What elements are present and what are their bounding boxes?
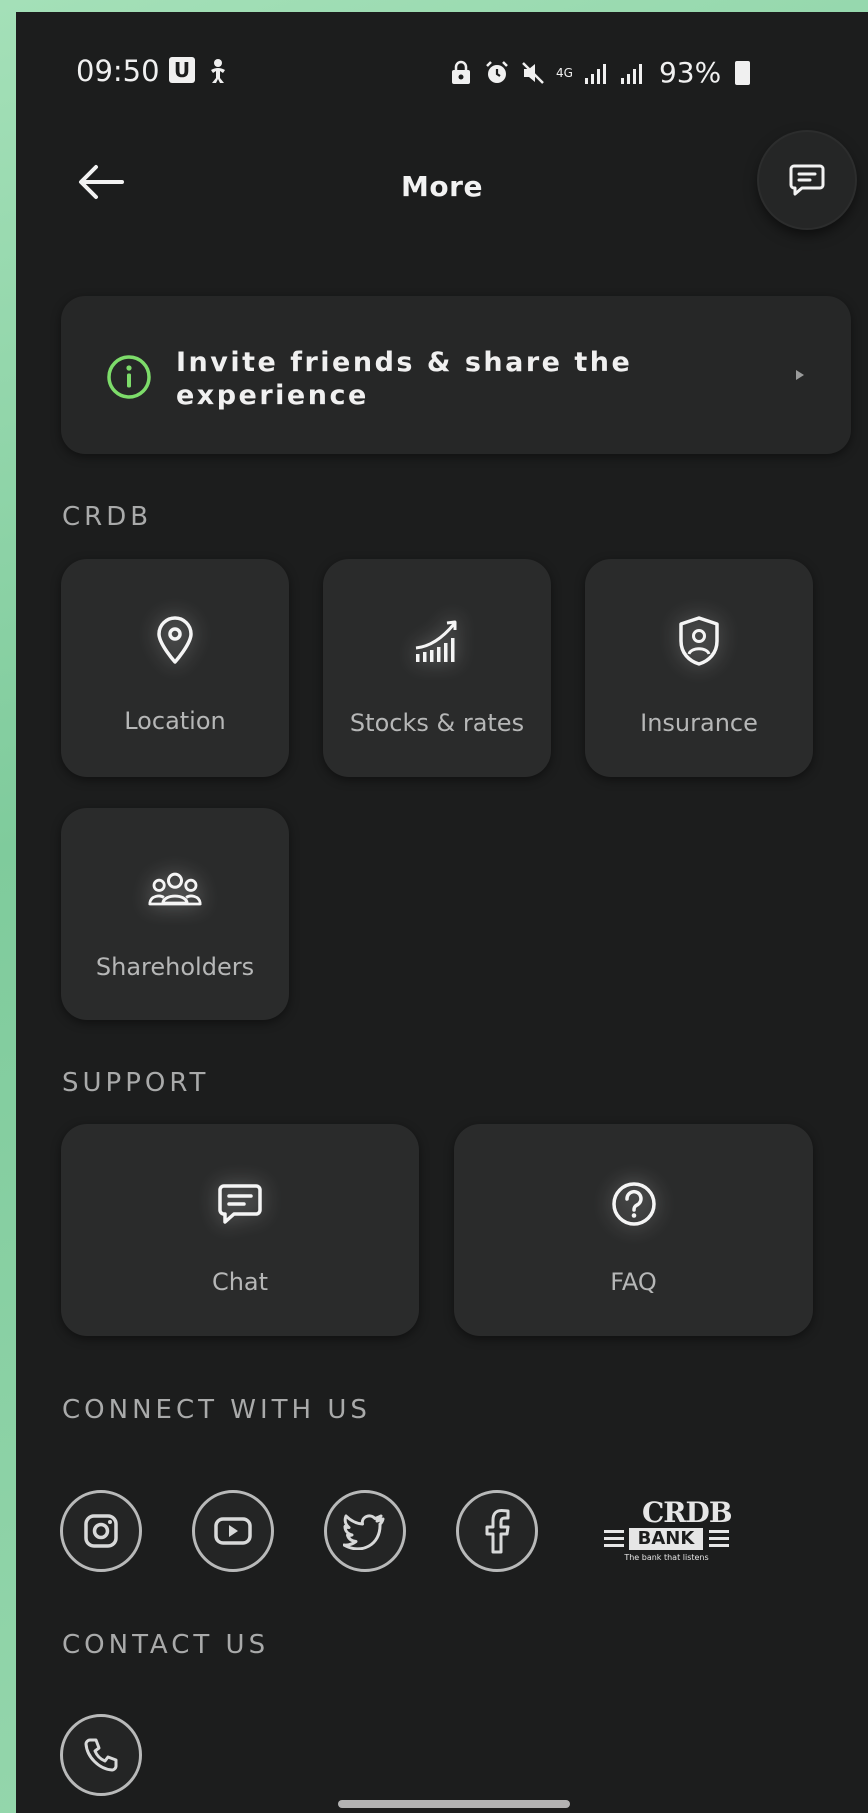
tile-label-stocks-rates: Stocks & rates <box>349 709 525 737</box>
chevron-right-icon <box>796 370 804 380</box>
section-title-connect: CONNECT WITH US <box>62 1395 371 1425</box>
battery-icon <box>735 60 751 85</box>
tile-label-chat: Chat <box>211 1268 269 1296</box>
section-title-contact: CONTACT US <box>62 1630 270 1660</box>
youtube-icon <box>214 1517 252 1545</box>
logo-tagline: The bank that listens <box>624 1553 709 1562</box>
tile-label-faq: FAQ <box>610 1268 657 1296</box>
status-right-group: 4G 93% <box>448 56 751 89</box>
tile-label-shareholders: Shareholders <box>95 953 255 981</box>
logo-bank-text: BANK <box>629 1528 703 1550</box>
network-type-label: 4G <box>556 65 573 80</box>
instagram-button[interactable] <box>60 1490 142 1572</box>
info-icon <box>107 355 151 399</box>
phone-screen: 09:50 U 4G 93% More Invite friends & sha… <box>16 12 868 1813</box>
lock-status-icon <box>452 60 470 84</box>
tile-stocks-rates[interactable]: Stocks & rates <box>323 559 551 777</box>
twitter-button[interactable] <box>324 1490 406 1572</box>
mute-icon <box>522 61 544 84</box>
alarm-icon <box>486 60 508 83</box>
tile-shareholders[interactable]: Shareholders <box>61 808 289 1020</box>
chat-bubble-icon <box>789 164 825 196</box>
figure-notification-icon <box>211 59 225 83</box>
section-title-crdb: CRDB <box>62 502 153 532</box>
section-title-support: SUPPORT <box>62 1068 210 1098</box>
tile-chat[interactable]: Chat <box>61 1124 419 1336</box>
shareholders-group-icon <box>147 862 203 918</box>
signal-2-icon <box>620 63 642 84</box>
home-indicator[interactable] <box>338 1800 570 1808</box>
tile-location[interactable]: Location <box>61 559 289 777</box>
status-bar: 09:50 U 4G 93% <box>16 12 868 127</box>
stocks-chart-icon <box>409 613 465 669</box>
location-pin-icon <box>147 613 203 669</box>
logo-lines-right <box>709 1530 729 1548</box>
phone-icon <box>84 1738 118 1772</box>
tile-label-insurance: Insurance <box>640 709 758 737</box>
twitter-icon <box>343 1514 385 1550</box>
insurance-shield-icon <box>671 613 727 669</box>
facebook-icon <box>485 1509 510 1554</box>
status-time: 09:50 <box>76 54 160 88</box>
logo-lines-left <box>604 1530 624 1548</box>
youtube-button[interactable] <box>192 1490 274 1572</box>
facebook-button[interactable] <box>456 1490 538 1572</box>
signal-1-icon <box>584 63 606 84</box>
tile-insurance[interactable]: Insurance <box>585 559 813 777</box>
u-notification-icon: U <box>169 57 195 83</box>
battery-percent: 93% <box>658 56 722 89</box>
invite-text: Invite friends & share the experience <box>176 347 633 411</box>
page-title: More <box>401 170 483 203</box>
chat-header-button[interactable] <box>759 132 855 228</box>
invite-friends-card[interactable]: Invite friends & share the experience <box>61 296 851 454</box>
chat-icon <box>212 1176 268 1232</box>
question-icon <box>606 1176 662 1232</box>
logo-brand-text: CRDB <box>642 1496 733 1529</box>
phone-call-button[interactable] <box>60 1714 142 1796</box>
instagram-icon <box>84 1514 118 1548</box>
tile-faq[interactable]: FAQ <box>454 1124 813 1336</box>
tile-label-location: Location <box>124 707 226 735</box>
crdb-bank-logo[interactable]: CRDB BANK The bank that listens <box>594 1490 739 1570</box>
